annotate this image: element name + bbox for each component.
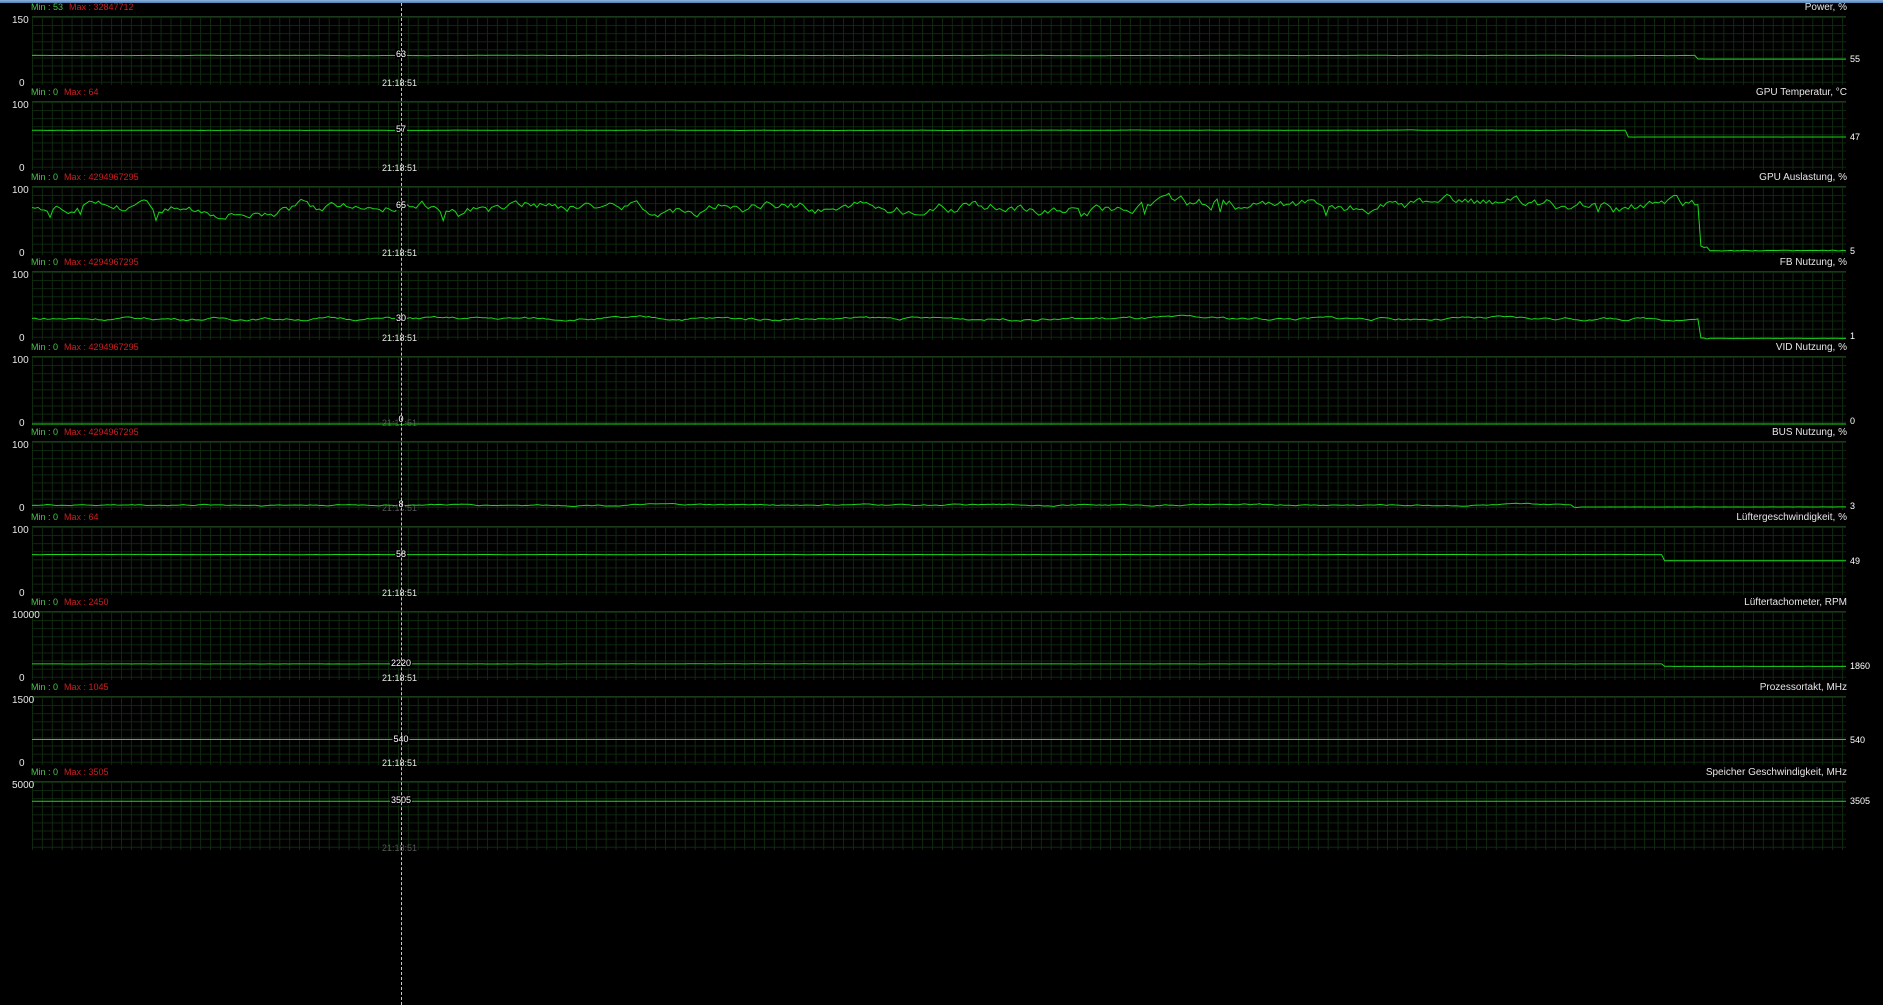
y-axis-max-label: 100 — [12, 355, 29, 366]
graph-panel[interactable]: Min : 0 Max : 4294967295 100 0 FB Nutzung… — [0, 257, 1883, 344]
min-value: Min : 0 — [31, 767, 59, 777]
min-value: Min : 0 — [31, 172, 59, 182]
current-value: 3 — [1850, 501, 1856, 511]
hardware-monitor-graphs[interactable]: Min : 53 Max : 32847712 150 0 Power, % 21… — [0, 2, 1883, 1005]
trace-line — [32, 553, 1846, 562]
graph-title: Power, % — [1804, 2, 1847, 13]
graph-trace — [31, 314, 1847, 340]
current-value: 47 — [1850, 132, 1861, 143]
min-max-label: Min : 0 Max : 64 — [31, 87, 99, 97]
y-axis-max-label: 100 — [12, 100, 29, 111]
min-max-label: Min : 0 Max : 4294967295 — [31, 257, 139, 267]
graph-panel[interactable]: Min : 0 Max : 4294967295 100 0 BUS Nutzun… — [0, 427, 1883, 514]
graph-title: BUS Nutzung, % — [1771, 427, 1847, 438]
current-value: 1 — [1850, 331, 1856, 341]
graph-panel[interactable]: Min : 0 Max : 2450 10000 0 Lüftertachomet… — [0, 597, 1883, 684]
graph-trace — [31, 129, 1846, 138]
time-cursor-line[interactable] — [401, 3, 402, 1005]
min-value: Min : 0 — [31, 342, 59, 352]
trace-line — [31, 314, 1847, 340]
max-value: Max : 64 — [64, 87, 99, 97]
graph-trace — [31, 502, 1846, 509]
graph-trace — [31, 54, 1846, 60]
max-value: Max : 4294967295 — [64, 257, 139, 267]
y-axis-max-label: 100 — [12, 270, 29, 281]
trace-line — [31, 502, 1846, 509]
graph-panel[interactable]: Min : 53 Max : 32847712 150 0 Power, % 21… — [0, 2, 1883, 89]
max-value: Max : 3505 — [64, 767, 109, 777]
graph-title: GPU Temperatur, °C — [1755, 87, 1847, 98]
graph-title: FB Nutzung, % — [1779, 257, 1847, 268]
min-value: Min : 0 — [31, 87, 59, 97]
graph-panel[interactable]: Min : 0 Max : 3505 5000 Speicher Geschwin… — [0, 767, 1883, 853]
current-value: 3505 — [1850, 796, 1871, 807]
y-axis-max-label: 1500 — [12, 695, 35, 706]
min-value: Min : 53 — [31, 2, 64, 12]
graph-title: VID Nutzung, % — [1775, 342, 1847, 353]
graph-panel[interactable]: Min : 0 Max : 4294967295 100 0 GPU Auslas… — [0, 172, 1883, 259]
current-value: 55 — [1850, 54, 1861, 65]
trace-line — [31, 129, 1846, 138]
graph-trace — [32, 423, 1846, 425]
graph-trace — [31, 192, 1847, 252]
graph-panel[interactable]: Min : 0 Max : 64 100 0 GPU Temperatur, °C… — [0, 87, 1883, 174]
max-value: Max : 64 — [64, 512, 99, 522]
graph-trace — [32, 739, 1846, 740]
y-axis-max-label: 100 — [12, 525, 29, 536]
graph-panel[interactable]: Min : 0 Max : 64 100 0 Lüftergeschwindigk… — [0, 512, 1883, 599]
max-value: Max : 4294967295 — [64, 342, 139, 352]
max-value: Max : 4294967295 — [64, 172, 139, 182]
graph-title: Speicher Geschwindigkeit, MHz — [1705, 767, 1847, 778]
min-max-label: Min : 0 Max : 4294967295 — [31, 427, 139, 437]
y-axis-max-label: 5000 — [12, 780, 35, 791]
current-value: 540 — [1850, 734, 1866, 745]
min-max-label: Min : 0 Max : 2450 — [31, 597, 109, 607]
current-value: 0 — [1850, 416, 1856, 426]
min-value: Min : 0 — [31, 257, 59, 267]
max-value: Max : 1045 — [64, 682, 109, 692]
min-max-label: Min : 0 Max : 3505 — [31, 767, 109, 777]
graph-title: Lüftertachometer, RPM — [1744, 597, 1847, 608]
graph-title: Lüftergeschwindigkeit, % — [1736, 512, 1847, 523]
graph-trace — [32, 553, 1846, 562]
y-axis-max-label: 100 — [12, 185, 29, 196]
min-value: Min : 0 — [31, 682, 59, 692]
min-max-label: Min : 0 Max : 4294967295 — [31, 172, 139, 182]
min-value: Min : 0 — [31, 427, 59, 437]
y-axis-max-label: 150 — [12, 15, 29, 26]
current-value: 5 — [1850, 245, 1856, 256]
trace-line — [31, 54, 1846, 60]
current-value: 49 — [1850, 555, 1861, 566]
min-max-label: Min : 0 Max : 4294967295 — [31, 342, 139, 352]
graph-panel[interactable]: Min : 0 Max : 1045 1500 0 Prozessortakt, … — [0, 682, 1883, 769]
graph-panel[interactable]: Min : 0 Max : 4294967295 100 0 VID Nutzun… — [0, 342, 1883, 429]
min-max-label: Min : 0 Max : 1045 — [31, 682, 109, 692]
min-value: Min : 0 — [31, 512, 59, 522]
trace-line — [31, 192, 1847, 252]
graph-title: GPU Auslastung, % — [1759, 172, 1847, 183]
min-max-label: Min : 0 Max : 64 — [31, 512, 99, 522]
current-value: 1860 — [1850, 661, 1871, 672]
min-max-label: Min : 53 Max : 32847712 — [31, 2, 134, 12]
graph-title: Prozessortakt, MHz — [1759, 682, 1847, 693]
graph-trace — [32, 663, 1847, 667]
max-value: Max : 4294967295 — [64, 427, 139, 437]
max-value: Max : 2450 — [64, 597, 109, 607]
graph-trace — [32, 800, 1846, 802]
y-axis-max-label: 100 — [12, 440, 29, 451]
trace-line — [32, 663, 1847, 667]
max-value: Max : 32847712 — [69, 2, 134, 12]
min-value: Min : 0 — [31, 597, 59, 607]
